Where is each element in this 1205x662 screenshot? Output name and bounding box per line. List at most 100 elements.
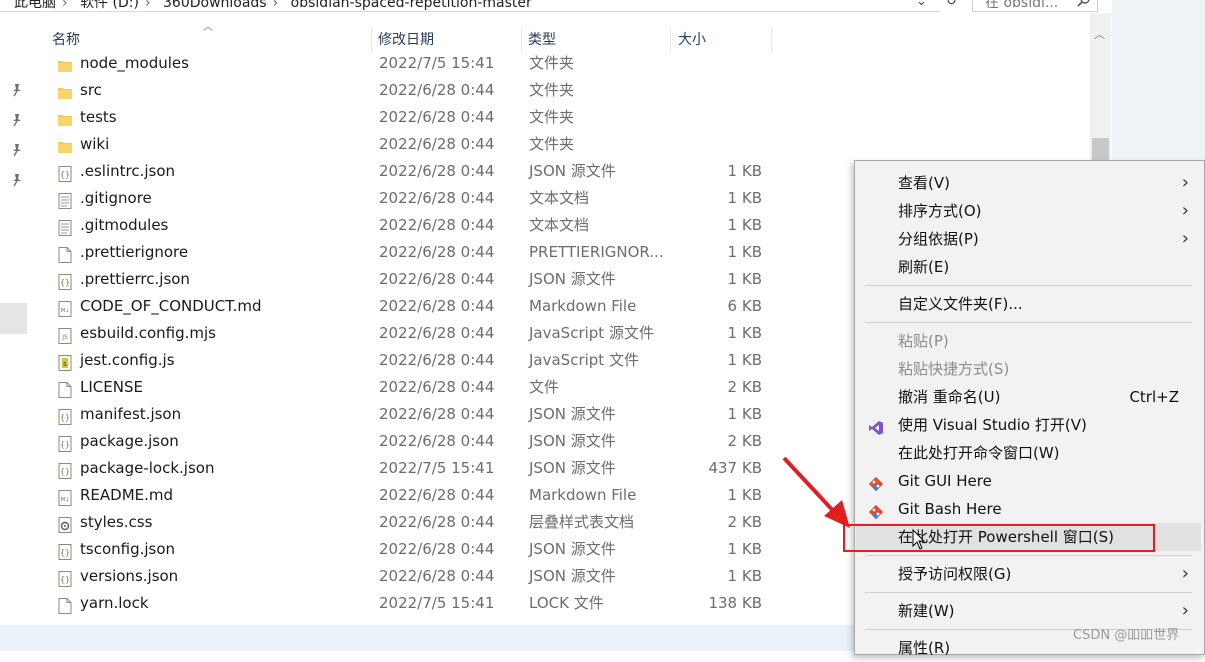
breadcrumb-separator: › bbox=[272, 0, 279, 11]
svg-text:{}: {} bbox=[60, 413, 70, 422]
pin-icon[interactable] bbox=[11, 113, 23, 127]
folder-icon bbox=[58, 110, 72, 126]
file-row[interactable]: M↓ README.md 2022/6/28 0:44 Markdown File 1 … bbox=[52, 482, 772, 509]
context-menu-item[interactable]: 新建(W) › bbox=[856, 597, 1201, 625]
file-name: .prettierrc.json bbox=[80, 270, 190, 288]
file-type: JavaScript 文件 bbox=[529, 351, 639, 369]
file-row[interactable]: {} package.json 2022/6/28 0:44 JSON 源文件 2 KB bbox=[52, 428, 772, 455]
pin-icon[interactable] bbox=[11, 143, 23, 157]
file-date: 2022/6/28 0:44 bbox=[379, 486, 495, 504]
file-name: LICENSE bbox=[80, 378, 143, 396]
file-row[interactable]: .prettierignore 2022/6/28 0:44 PRETTIERIGN… bbox=[52, 239, 772, 266]
file-type: JSON 源文件 bbox=[529, 270, 616, 288]
file-row[interactable]: .gitignore 2022/6/28 0:44 文本文档 1 KB bbox=[52, 185, 772, 212]
file-row[interactable]: .gitmodules 2022/6/28 0:44 文本文档 1 KB bbox=[52, 212, 772, 239]
json-file-icon: {} bbox=[58, 434, 72, 452]
file-row[interactable]: {} .eslintrc.json 2022/6/28 0:44 JSON 源文件 1 … bbox=[52, 158, 772, 185]
file-type: JSON 源文件 bbox=[529, 162, 616, 180]
context-menu: 查看(V) › 排序方式(O) › 分组依据(P) › 刷新(E) 自定义文件夹(F)... 粘… bbox=[854, 160, 1205, 657]
json-file-icon: {} bbox=[58, 272, 72, 290]
file-type: PRETTIERIGNOR... bbox=[529, 243, 664, 261]
breadcrumb-drive-d[interactable]: 软件 (D:) bbox=[80, 0, 139, 11]
file-row[interactable]: M↓ CODE_OF_CONDUCT.md 2022/6/28 0:44 Markdo… bbox=[52, 293, 772, 320]
context-menu-item[interactable]: 授予访问权限(G) › bbox=[856, 560, 1201, 588]
file-row[interactable]: node_modules 2022/7/5 15:41 文件夹 bbox=[52, 50, 772, 77]
file-row[interactable]: wiki 2022/6/28 0:44 文件夹 bbox=[52, 131, 772, 158]
scrollbar-thumb[interactable] bbox=[1092, 138, 1109, 162]
pin-icon[interactable] bbox=[11, 173, 23, 187]
context-menu-item: 粘贴(P) bbox=[856, 327, 1201, 355]
file-type: JSON 源文件 bbox=[529, 405, 616, 423]
menu-item-shortcut: Ctrl+Z bbox=[1129, 388, 1179, 406]
menu-item-label: 粘贴快捷方式(S) bbox=[898, 360, 1010, 378]
file-date: 2022/6/28 0:44 bbox=[379, 567, 495, 585]
breadcrumb-this-pc[interactable]: 此电脑 bbox=[14, 0, 56, 11]
file-row[interactable]: yarn.lock 2022/7/5 15:41 LOCK 文件 138 KB bbox=[52, 590, 772, 617]
context-menu-item[interactable]: Git GUI Here bbox=[856, 467, 1201, 495]
context-menu-item[interactable]: 在此处打开命令窗口(W) bbox=[856, 439, 1201, 467]
svg-text:{}: {} bbox=[60, 440, 70, 449]
file-date: 2022/7/5 15:41 bbox=[379, 594, 495, 612]
file-row[interactable]: styles.css 2022/6/28 0:44 层叠样式表文档 2 KB bbox=[52, 509, 772, 536]
column-header-label: 修改日期 bbox=[378, 32, 434, 48]
file-row[interactable]: JS esbuild.config.mjs 2022/6/28 0:44 JavaSc… bbox=[52, 320, 772, 347]
context-menu-item[interactable]: 刷新(E) bbox=[856, 253, 1201, 281]
file-size: 437 KB bbox=[708, 459, 762, 477]
file-row[interactable]: src 2022/6/28 0:44 文件夹 bbox=[52, 77, 772, 104]
file-row[interactable]: {} .prettierrc.json 2022/6/28 0:44 JSON 源文件… bbox=[52, 266, 772, 293]
file-date: 2022/6/28 0:44 bbox=[379, 216, 495, 234]
context-menu-item[interactable]: 自定义文件夹(F)... bbox=[856, 290, 1201, 318]
search-input[interactable]: 在 obsidi... bbox=[972, 0, 1098, 12]
file-type: JavaScript 源文件 bbox=[529, 324, 654, 342]
context-menu-item[interactable]: 分组依据(P) › bbox=[856, 225, 1201, 253]
nav-pane-selected-item[interactable] bbox=[0, 303, 27, 334]
file-date: 2022/7/5 15:41 bbox=[379, 54, 495, 72]
file-size: 1 KB bbox=[727, 540, 762, 558]
file-date: 2022/6/28 0:44 bbox=[379, 540, 495, 558]
file-name: README.md bbox=[80, 486, 174, 504]
file-date: 2022/6/28 0:44 bbox=[379, 378, 495, 396]
file-size: 1 KB bbox=[727, 351, 762, 369]
refresh-icon[interactable]: ↻ bbox=[946, 0, 957, 9]
blank-file-icon bbox=[58, 245, 72, 263]
scroll-up-arrow-icon[interactable]: ︿ bbox=[1094, 26, 1105, 42]
markdown-file-icon: M↓ bbox=[58, 299, 72, 317]
chevron-down-icon[interactable]: ⌄ bbox=[916, 0, 927, 9]
file-name: node_modules bbox=[80, 54, 189, 72]
menu-item-label: 撤消 重命名(U) bbox=[898, 388, 1001, 406]
svg-text:M↓: M↓ bbox=[61, 497, 70, 503]
file-name: tests bbox=[80, 108, 117, 126]
breadcrumb-360downloads[interactable]: 360Downloads bbox=[163, 0, 267, 11]
file-row[interactable]: tests 2022/6/28 0:44 文件夹 bbox=[52, 104, 772, 131]
context-menu-item[interactable]: 撤消 重命名(U) Ctrl+Z bbox=[856, 383, 1201, 411]
file-row[interactable]: {} versions.json 2022/6/28 0:44 JSON 源文件 1 K… bbox=[52, 563, 772, 590]
svg-text:{}: {} bbox=[60, 278, 70, 287]
context-menu-item[interactable]: Git Bash Here bbox=[856, 495, 1201, 523]
context-menu-item[interactable]: 排序方式(O) › bbox=[856, 197, 1201, 225]
json-file-icon: {} bbox=[58, 407, 72, 425]
file-row[interactable]: LICENSE 2022/6/28 0:44 文件 2 KB bbox=[52, 374, 772, 401]
chevron-right-icon: › bbox=[1181, 172, 1189, 193]
menu-item-label: 属性(R) bbox=[898, 639, 951, 657]
file-row[interactable]: s jest.config.js 2022/6/28 0:44 JavaScript … bbox=[52, 347, 772, 374]
address-bar[interactable]: 此电脑 › 软件 (D:) › 360Downloads › obsidian-spa… bbox=[0, 0, 940, 12]
svg-text:M↓: M↓ bbox=[61, 308, 70, 314]
desktop-background bbox=[1112, 0, 1205, 160]
json-file-icon: {} bbox=[58, 461, 72, 479]
file-row[interactable]: {} manifest.json 2022/6/28 0:44 JSON 源文件 1 K… bbox=[52, 401, 772, 428]
file-row[interactable]: {} tsconfig.json 2022/6/28 0:44 JSON 源文件 1 K… bbox=[52, 536, 772, 563]
file-date: 2022/6/28 0:44 bbox=[379, 405, 495, 423]
breadcrumb-current-folder[interactable]: obsidian-spaced-repetition-master bbox=[291, 0, 532, 11]
file-size: 1 KB bbox=[727, 567, 762, 585]
pin-icon[interactable] bbox=[11, 83, 23, 97]
breadcrumb-separator: › bbox=[144, 0, 151, 11]
file-type: 文本文档 bbox=[529, 189, 590, 207]
context-menu-item[interactable]: 查看(V) › bbox=[856, 169, 1201, 197]
file-name: tsconfig.json bbox=[80, 540, 176, 558]
search-placeholder: 在 obsidi... bbox=[985, 0, 1059, 11]
file-row[interactable]: {} package-lock.json 2022/7/5 15:41 JSON 源文… bbox=[52, 455, 772, 482]
text-file-icon bbox=[58, 218, 72, 236]
file-type: 文件夹 bbox=[529, 81, 575, 99]
css-file-icon bbox=[58, 515, 72, 533]
context-menu-item[interactable]: 使用 Visual Studio 打开(V) bbox=[856, 411, 1201, 439]
